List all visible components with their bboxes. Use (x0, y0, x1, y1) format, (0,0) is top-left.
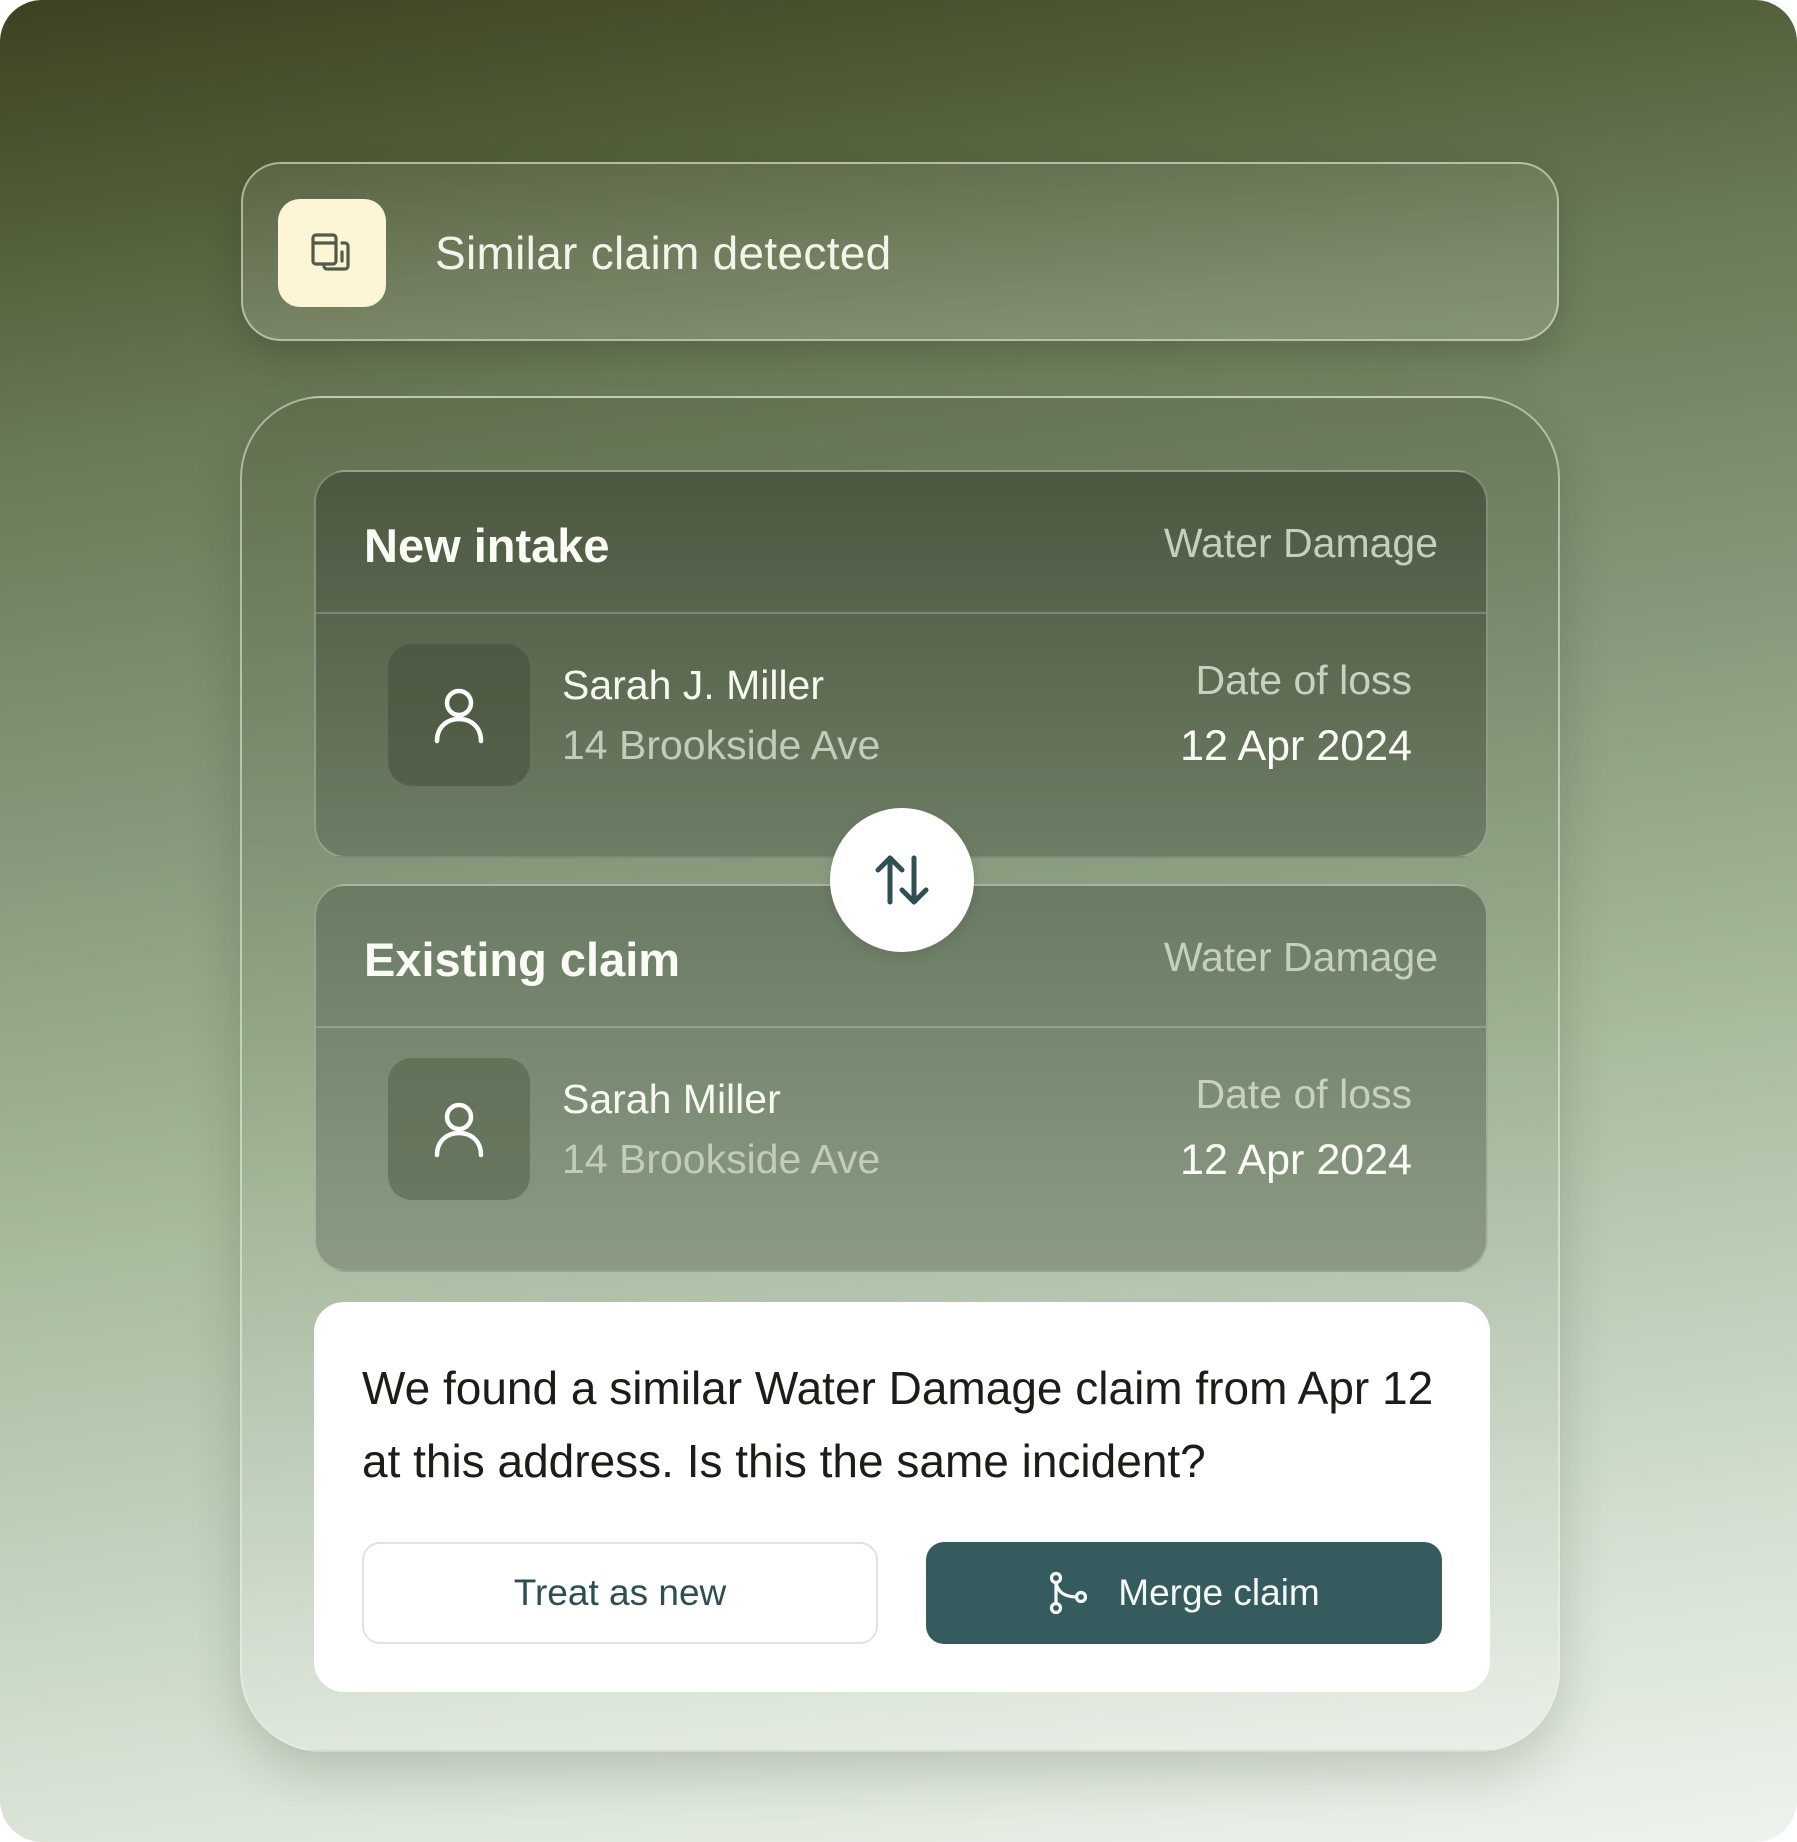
new-intake-address: 14 Brookside Ave (562, 722, 881, 768)
confirmation-panel: We found a similar Water Damage claim fr… (314, 1302, 1490, 1692)
existing-claim-date-value: 12 Apr 2024 (1180, 1136, 1412, 1184)
new-intake-header: New intake Water Damage (316, 472, 1486, 614)
user-icon (388, 1058, 530, 1200)
existing-claim-address: 14 Brookside Ave (562, 1136, 881, 1182)
existing-claim-title: Existing claim (364, 933, 681, 986)
user-icon (388, 644, 530, 786)
new-intake-card: New intake Water Damage Sarah J. Miller … (314, 470, 1488, 858)
existing-claim-name: Sarah Miller (562, 1076, 781, 1122)
merge-claim-label: Merge claim (1118, 1572, 1320, 1613)
treat-as-new-button[interactable]: Treat as new (362, 1542, 878, 1644)
new-intake-name: Sarah J. Miller (562, 662, 825, 708)
confirmation-message: We found a similar Water Damage claim fr… (362, 1362, 1434, 1487)
new-intake-date-label: Date of loss (1195, 657, 1413, 703)
merge-branch-icon (1048, 1571, 1088, 1615)
merge-claim-button[interactable]: Merge claim (926, 1542, 1442, 1644)
existing-claim-date-label: Date of loss (1195, 1071, 1413, 1117)
new-intake-claim-type: Water Damage (1163, 520, 1438, 566)
new-intake-date-value: 12 Apr 2024 (1180, 722, 1412, 770)
similar-claim-banner: Similar claim detected (241, 162, 1559, 341)
claim-comparison-card: New intake Water Damage Sarah J. Miller … (240, 396, 1560, 1752)
new-intake-title: New intake (364, 519, 610, 572)
banner-title: Similar claim detected (435, 227, 892, 279)
duplicate-document-icon (278, 199, 386, 307)
swap-vertical-icon[interactable] (830, 808, 974, 952)
existing-claim-type: Water Damage (1163, 934, 1438, 980)
treat-as-new-label: Treat as new (513, 1572, 727, 1613)
app-frame: Similar claim detected New intake Water … (0, 0, 1797, 1842)
